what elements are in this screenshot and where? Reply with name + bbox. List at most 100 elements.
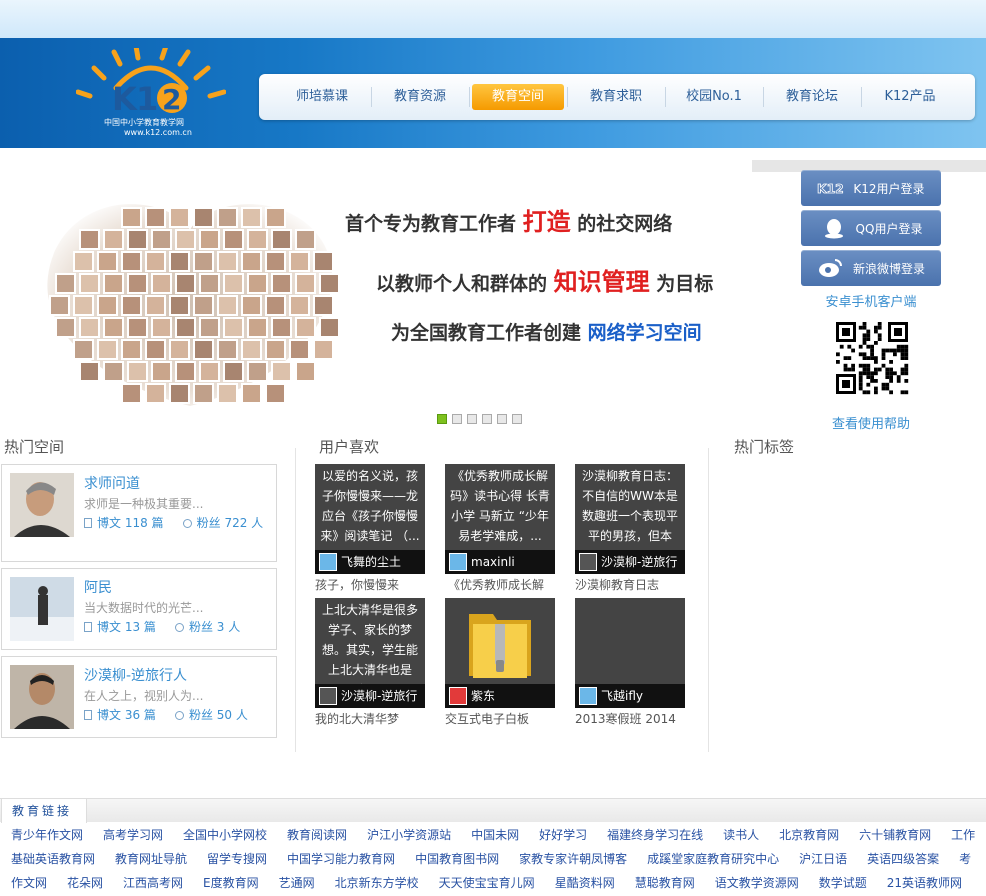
usage-help-link[interactable]: 查看使用帮助 [800,413,942,432]
pager-dot[interactable] [437,414,447,424]
space-name[interactable]: 阿民 [84,577,112,597]
education-link[interactable]: 艺通网 [279,876,315,890]
fans-count[interactable]: 粉丝 50 人 [189,708,248,722]
pager-dot[interactable] [497,414,507,424]
education-link[interactable]: 星酷资料网 [555,876,615,890]
education-link[interactable]: 作文网 [11,876,47,890]
pager-dot[interactable] [482,414,492,424]
nav-item-space[interactable]: 教育空间 [469,83,567,111]
tile-caption[interactable]: 孩子，你慢慢来 [315,576,427,593]
k12-icon: K12 [817,177,845,199]
nav-item-forum[interactable]: 教育论坛 [763,83,861,111]
education-link[interactable]: 青少年作文网 [11,828,83,842]
education-link[interactable]: 留学专搜网 [207,852,267,866]
tile-caption[interactable]: 交互式电子白板 [445,710,557,727]
k12-logo[interactable]: K 1 2 中国中小学教育教学网 www.k12.com.cn [76,48,226,138]
slogan-text: 的社交网络 [577,213,673,235]
pager-dot[interactable] [467,414,477,424]
teacher-photo [193,295,214,316]
education-link[interactable]: 英语四级答案 [867,852,939,866]
pager-dot[interactable] [452,414,462,424]
education-link[interactable]: 北京教育网 [779,828,839,842]
tile-caption[interactable]: 《优秀教师成长解 [448,576,560,593]
qr-module [836,352,840,357]
education-link[interactable]: 高考学习网 [103,828,163,842]
education-link[interactable]: 语文教学资源网 [715,876,799,890]
education-link[interactable]: 北京新东方学校 [335,876,419,890]
liked-post-tile[interactable]: 《优秀教师成长解码》读书心得 长青小学 马新立 “少年易老学难成，... max… [445,464,555,574]
education-link[interactable]: 21英语教师网 [887,876,962,890]
education-link[interactable]: 好好学习 [539,828,587,842]
education-link[interactable]: 沪江日语 [799,852,847,866]
liked-post-tile[interactable]: 上北大清华是很多学子、家长的梦想。其实，学生能上北大清华也是很... 沙漠柳-逆… [315,598,425,708]
qr-module [900,348,905,353]
liked-post-tile[interactable]: 紫东 [445,598,555,708]
qr-module [885,382,890,387]
tile-caption[interactable]: 沙漠柳教育日志 [575,576,687,593]
tile-caption[interactable]: 我的北大清华梦 [315,710,427,727]
fans-count[interactable]: 粉丝 722 人 [197,516,264,530]
post-count[interactable]: 博文 118 篇 [97,516,164,530]
avatar[interactable] [10,665,74,729]
author-name: 飞舞的尘土 [341,555,402,569]
links-tab-education[interactable]: 教育链接 [1,798,87,823]
nav-item-products[interactable]: K12产品 [861,83,959,111]
education-link[interactable]: 读书人 [723,828,759,842]
education-link[interactable]: 江西高考网 [123,876,183,890]
education-link[interactable]: 工作 [951,828,975,842]
qr-module [896,348,901,353]
education-link[interactable]: E度教育网 [203,876,259,890]
education-link[interactable]: 六十铺教育网 [859,828,931,842]
tile-caption[interactable]: 2013寒假班 2014 [575,710,687,727]
liked-post-tile[interactable]: 飞越ifly [575,598,685,708]
education-link[interactable]: 家教专家许朝凤博客 [519,852,627,866]
qq-login-button[interactable]: QQ用户登录 [801,210,941,246]
qr-module [870,375,874,379]
tile-author[interactable]: 沙漠柳-逆旅行 [315,684,425,708]
tile-author[interactable]: 飞越ifly [575,684,685,708]
education-link[interactable]: 教育网址导航 [115,852,187,866]
liked-post-tile[interactable]: 以爱的名义说，孩子你慢慢来——龙应台《孩子你慢慢来》阅读笔记 （... 飞舞的尘… [315,464,425,574]
tile-author[interactable]: 飞舞的尘土 [315,550,425,574]
nav-item-resources[interactable]: 教育资源 [371,83,469,111]
hot-space-card[interactable]: 求师问道 求师是一种极其重要... 博文 118 篇 粉丝 722 人 [1,464,277,562]
education-link[interactable]: 基础英语教育网 [11,852,95,866]
education-link[interactable]: 教育阅读网 [287,828,347,842]
education-link[interactable]: 成蹊堂家庭教育研究中心 [647,852,779,866]
nav-item-teacher-mooc[interactable]: 师培慕课 [273,83,371,111]
nav-item-campus[interactable]: 校园No.1 [665,83,763,111]
qr-module [862,352,867,357]
avatar[interactable] [10,577,74,641]
education-link[interactable]: 中国学习能力教育网 [287,852,395,866]
education-link[interactable]: 福建终身学习在线 [607,828,703,842]
post-count[interactable]: 博文 36 篇 [97,708,156,722]
education-link[interactable]: 中国未网 [471,828,519,842]
education-link[interactable]: 天天使宝宝育儿网 [439,876,535,890]
android-client-link[interactable]: 安卓手机客户端 [800,291,942,310]
education-link[interactable]: 沪江小学资源站 [367,828,451,842]
education-link[interactable]: 全国中小学网校 [183,828,267,842]
education-link[interactable]: 花朵网 [67,876,103,890]
education-link[interactable]: 考 [959,852,971,866]
svg-text:K: K [112,80,138,118]
tile-author[interactable]: maxinli [445,550,555,574]
banner[interactable]: 首个专为教育工作者 打造 的社交网络 以教师个人和群体的 知识管理 为目标 为全… [0,160,752,430]
liked-post-tile[interactable]: 沙漠柳教育日志：不自信的WW本是数趣班一个表现平平的男孩，但本期... 沙漠柳-… [575,464,685,574]
k12-login-button[interactable]: K12 K12用户登录 [801,170,941,206]
avatar[interactable] [10,473,74,537]
nav-item-jobs[interactable]: 教育求职 [567,83,665,111]
space-name[interactable]: 求师问道 [84,473,140,493]
education-link[interactable]: 数学试题 [819,876,867,890]
qr-module [889,371,893,376]
tile-author[interactable]: 紫东 [445,684,555,708]
hot-space-card[interactable]: 阿民 当大数据时代的光芒... 博文 13 篇 粉丝 3 人 [1,568,277,650]
space-name[interactable]: 沙漠柳-逆旅行人 [84,665,187,685]
weibo-login-button[interactable]: 新浪微博登录 [801,250,941,286]
tile-author[interactable]: 沙漠柳-逆旅行 [575,550,685,574]
hot-space-card[interactable]: 沙漠柳-逆旅行人 在人之上，视别人为... 博文 36 篇 粉丝 50 人 [1,656,277,738]
education-link[interactable]: 中国教育图书网 [415,852,499,866]
post-count[interactable]: 博文 13 篇 [97,620,156,634]
pager-dot[interactable] [512,414,522,424]
fans-count[interactable]: 粉丝 3 人 [189,620,240,634]
education-link[interactable]: 慧聪教育网 [635,876,695,890]
